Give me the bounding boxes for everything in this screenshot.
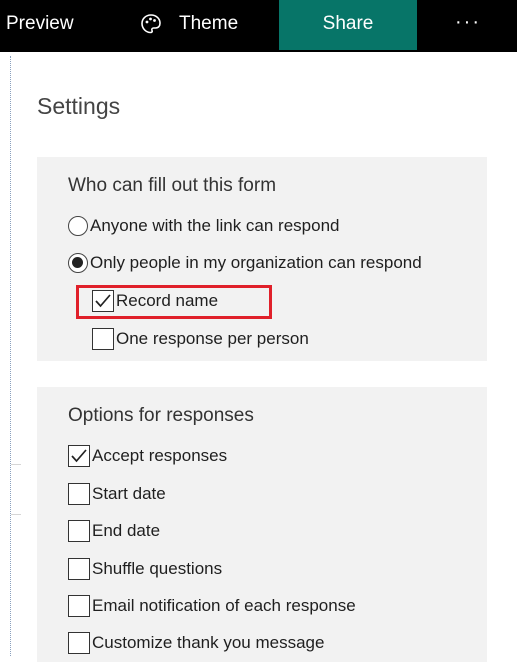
checkbox-label: End date: [92, 521, 161, 540]
who-can-fill-heading: Who can fill out this form: [68, 175, 277, 196]
response-options-heading: Options for responses: [68, 405, 254, 426]
radio-label: Only people in my organization can respo…: [90, 253, 422, 272]
checkbox-label: Email notification of each response: [92, 596, 356, 615]
theme-button[interactable]: Theme: [179, 0, 238, 52]
checkbox-label: One response per person: [116, 329, 309, 348]
checkbox-checked[interactable]: [68, 445, 90, 467]
checkbox-record-name[interactable]: Record name: [92, 290, 218, 312]
response-options-panel: Options for responses Accept responses S…: [37, 387, 487, 662]
checkbox-customize-thank-you[interactable]: Customize thank you message: [68, 632, 324, 654]
checkbox-label: Accept responses: [92, 446, 228, 465]
checkbox-start-date[interactable]: Start date: [68, 483, 166, 505]
checkbox-unchecked[interactable]: [92, 328, 114, 350]
preview-button[interactable]: Preview: [6, 0, 74, 52]
radio-anyone-with-link[interactable]: Anyone with the link can respond: [68, 216, 340, 236]
checkbox-unchecked[interactable]: [68, 558, 90, 580]
checkbox-label: Record name: [116, 291, 219, 310]
radio-button-selected[interactable]: [68, 253, 88, 273]
checkbox-label: Start date: [92, 484, 166, 503]
checkbox-unchecked[interactable]: [68, 595, 90, 617]
checkbox-unchecked[interactable]: [68, 520, 90, 542]
left-rail-divider: [10, 56, 21, 656]
palette-icon[interactable]: [140, 0, 162, 48]
checkbox-email-notification[interactable]: Email notification of each response: [68, 595, 356, 617]
rail-tick: [11, 514, 21, 515]
checkmark-icon: [95, 294, 111, 308]
more-options-icon[interactable]: ···: [451, 0, 485, 52]
page-title: Settings: [37, 93, 121, 119]
checkbox-unchecked[interactable]: [68, 632, 90, 654]
checkbox-unchecked[interactable]: [68, 483, 90, 505]
checkbox-label: Customize thank you message: [92, 633, 325, 652]
checkmark-icon: [71, 449, 87, 463]
checkbox-checked[interactable]: [92, 290, 114, 312]
rail-tick: [11, 464, 21, 465]
checkbox-accept-responses[interactable]: Accept responses: [68, 445, 227, 467]
share-button[interactable]: Share: [279, 0, 417, 50]
radio-label: Anyone with the link can respond: [90, 216, 340, 235]
top-toolbar: Preview Theme Share ···: [0, 0, 517, 52]
checkbox-one-response-per-person[interactable]: One response per person: [92, 328, 309, 350]
checkbox-label: Shuffle questions: [92, 559, 223, 578]
radio-only-organization[interactable]: Only people in my organization can respo…: [68, 253, 422, 273]
checkbox-end-date[interactable]: End date: [68, 520, 160, 542]
checkbox-shuffle-questions[interactable]: Shuffle questions: [68, 558, 222, 580]
who-can-fill-panel: Who can fill out this form Anyone with t…: [37, 157, 487, 361]
radio-button-unselected[interactable]: [68, 216, 88, 236]
